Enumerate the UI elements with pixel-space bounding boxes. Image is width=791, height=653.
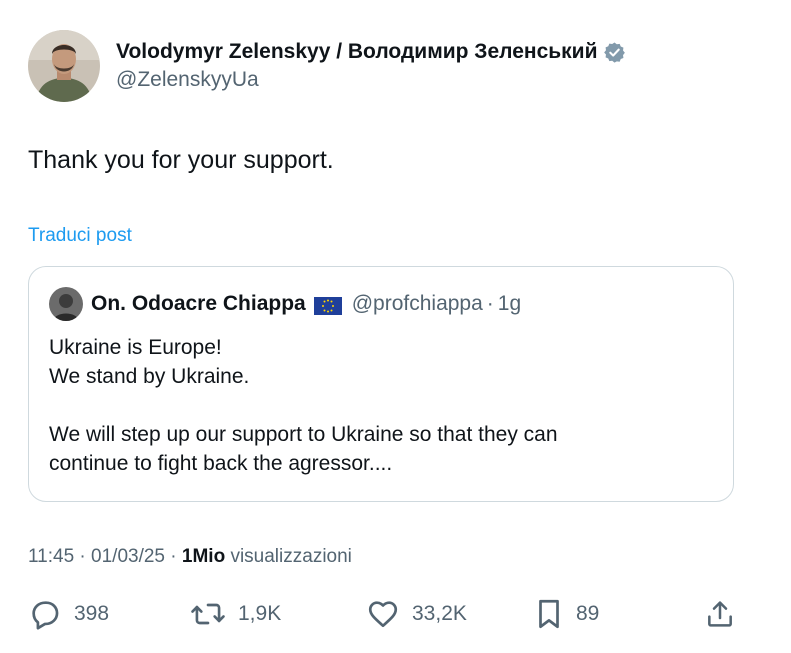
like-button[interactable]: 33,2K (366, 594, 467, 634)
author-handle[interactable]: @ZelenskyyUa (116, 67, 626, 93)
quoted-author-name[interactable]: On. Odoacre Chiappa (91, 290, 306, 318)
post-meta: 11:45 · 01/03/25 · 1Mio visualizzazioni (28, 545, 352, 569)
bookmark-icon (534, 597, 564, 631)
post: Volodymyr Zelenskyy / Володимир Зеленськ… (0, 0, 791, 653)
reply-count: 398 (74, 602, 110, 625)
quoted-post-text: Ukraine is Europe! We stand by Ukraine. … (49, 333, 709, 478)
quoted-author-avatar[interactable] (49, 287, 83, 321)
quoted-separator: · (486, 292, 494, 315)
heart-icon (366, 597, 400, 631)
quoted-author-handle[interactable]: @profchiappa (352, 290, 483, 318)
repost-icon (190, 597, 226, 631)
quoted-line: We stand by Ukraine. (49, 365, 250, 388)
quoted-post-card[interactable]: On. Odoacre Chiappa @profchiappa · 1g Uk… (28, 266, 734, 502)
views-count: 1Mio (181, 546, 226, 567)
repost-button[interactable]: 1,9K (190, 594, 281, 634)
verified-badge-icon[interactable] (603, 41, 626, 64)
quoted-line-gap (49, 391, 709, 420)
quoted-line: Ukraine is Europe! (49, 336, 222, 359)
post-date[interactable]: 01/03/25 (91, 546, 165, 567)
quoted-line: We will step up our support to Ukraine s… (49, 423, 558, 446)
views-label: visualizzazioni (230, 546, 352, 567)
bookmark-count: 89 (576, 602, 600, 625)
eu-flag-icon (313, 295, 342, 315)
post-time[interactable]: 11:45 (28, 546, 74, 567)
quoted-post-time[interactable]: 1g (498, 290, 521, 318)
share-icon (704, 597, 736, 631)
reply-icon (28, 597, 62, 631)
author-avatar[interactable] (28, 30, 100, 102)
meta-separator: · (79, 546, 86, 567)
quoted-line: continue to fight back the agressor.... (49, 452, 393, 475)
bookmark-button[interactable]: 89 (534, 594, 599, 634)
translate-post-link[interactable]: Traduci post (28, 224, 132, 248)
repost-count: 1,9K (238, 602, 282, 625)
author-header: Volodymyr Zelenskyy / Володимир Зеленськ… (28, 30, 626, 102)
post-text: Thank you for your support. (28, 146, 334, 174)
like-count: 33,2K (412, 602, 467, 625)
action-bar: 398 1,9K 33,2K 89 (28, 594, 740, 634)
share-button[interactable] (704, 594, 736, 634)
reply-button[interactable]: 398 (28, 594, 109, 634)
quoted-post-header: On. Odoacre Chiappa @profchiappa · 1g (49, 287, 521, 321)
meta-separator: · (170, 546, 177, 567)
author-name[interactable]: Volodymyr Zelenskyy / Володимир Зеленськ… (116, 39, 597, 65)
